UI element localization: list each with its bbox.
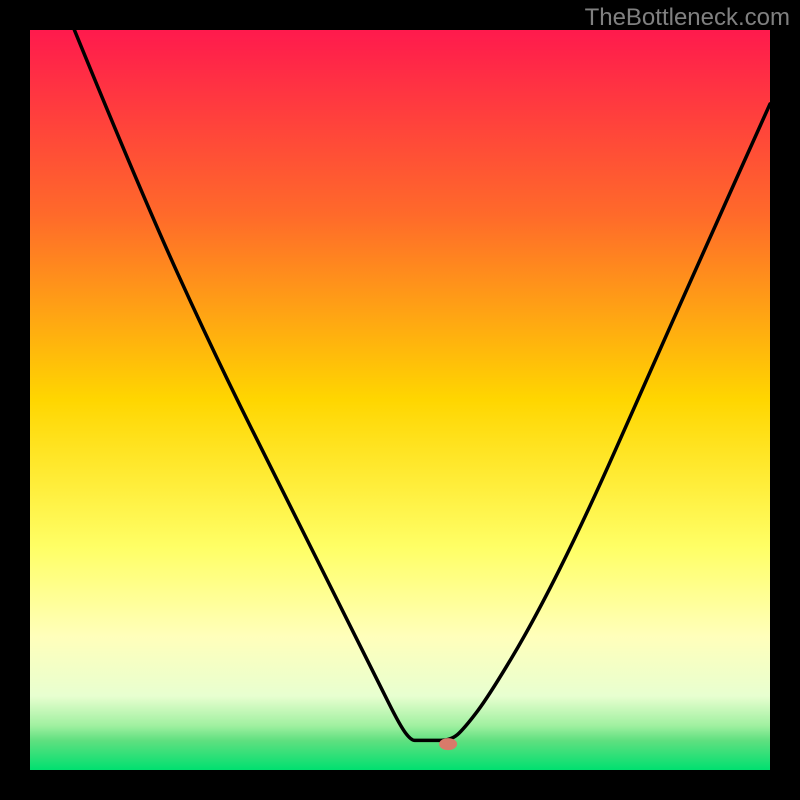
chart-frame: TheBottleneck.com xyxy=(0,0,800,800)
chart-svg xyxy=(30,30,770,770)
plot-area xyxy=(30,30,770,770)
optimal-marker xyxy=(439,738,457,750)
watermark-text: TheBottleneck.com xyxy=(585,4,790,32)
gradient-background xyxy=(30,30,770,770)
